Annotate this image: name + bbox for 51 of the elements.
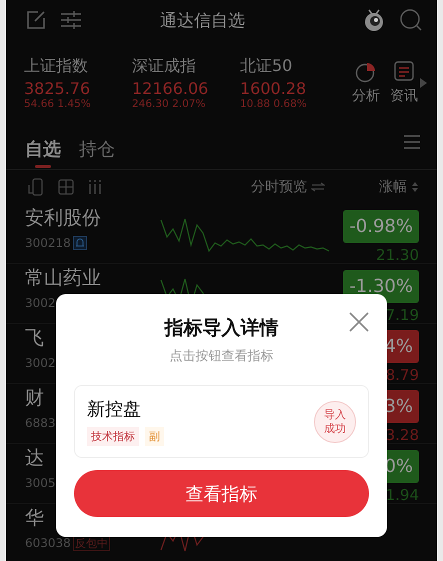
stock-code: 3002 [25, 355, 56, 371]
index-value: 1600.28 [240, 78, 306, 98]
stock-code: 6883 [25, 415, 56, 431]
mascot-icon[interactable] [363, 8, 385, 32]
tag: 技术指标 [87, 427, 139, 446]
sliders-icon[interactable] [60, 10, 82, 30]
menu-icon[interactable] [403, 134, 421, 150]
index-change: 54.66 1.45% [24, 98, 91, 110]
phone-icon[interactable] [28, 178, 44, 196]
stock-price: 3.28 [386, 426, 419, 444]
index-name[interactable]: 深证成指 [132, 56, 196, 76]
index-name[interactable]: 北证50 [240, 56, 292, 76]
stock-price: 21.30 [376, 246, 419, 264]
swap-icon [311, 182, 325, 192]
sort-button[interactable]: 涨幅 [379, 178, 419, 196]
preview-toggle[interactable]: 分时预览 [251, 178, 325, 196]
tool-button[interactable]: 分析 [352, 60, 380, 104]
grid-icon[interactable] [58, 179, 74, 195]
index-change: 10.88 0.68% [240, 98, 307, 110]
change-percent: -0.98% [343, 210, 419, 243]
tab[interactable]: 自选 [25, 124, 61, 168]
stock-code: 300218 [25, 235, 71, 251]
view-indicator-button[interactable]: 查看指标 [74, 470, 369, 517]
tab[interactable]: 持仓 [79, 124, 115, 168]
stock-code: 3002 [25, 295, 56, 311]
app-title: 通达信自选 [159, 10, 246, 32]
status-stamp: 导入 成功 [314, 400, 356, 442]
stock-code: 3005 [25, 475, 56, 491]
stock-code: 603038 [25, 535, 71, 551]
stock-price: 1.94 [386, 486, 419, 504]
sort-icon [411, 181, 419, 193]
stock-price: 8.79 [386, 366, 419, 384]
stock-name[interactable]: 常山药业 [25, 267, 159, 289]
stock-name[interactable]: 安利股份 [25, 207, 159, 229]
pie-chart-icon [355, 60, 377, 82]
dialog-title: 指标导入详情 [164, 316, 278, 341]
stock-price: 7.19 [386, 306, 419, 324]
close-icon[interactable] [349, 312, 369, 332]
dialog-subtitle: 点击按钮查看指标 [170, 348, 274, 365]
document-icon [394, 60, 414, 82]
index-value: 3825.76 [24, 78, 90, 98]
index-change: 246.30 2.07% [132, 98, 206, 110]
indicator-name: 新控盘 [87, 398, 142, 421]
tag: 副 [145, 427, 164, 446]
columns-icon[interactable] [88, 179, 102, 195]
search-icon[interactable] [399, 8, 423, 32]
triangle-right-icon[interactable] [418, 76, 428, 88]
edit-icon[interactable] [26, 10, 46, 30]
index-name[interactable]: 上证指数 [24, 56, 88, 76]
index-value: 12166.06 [132, 78, 208, 98]
tool-button[interactable]: 资讯 [390, 60, 418, 104]
